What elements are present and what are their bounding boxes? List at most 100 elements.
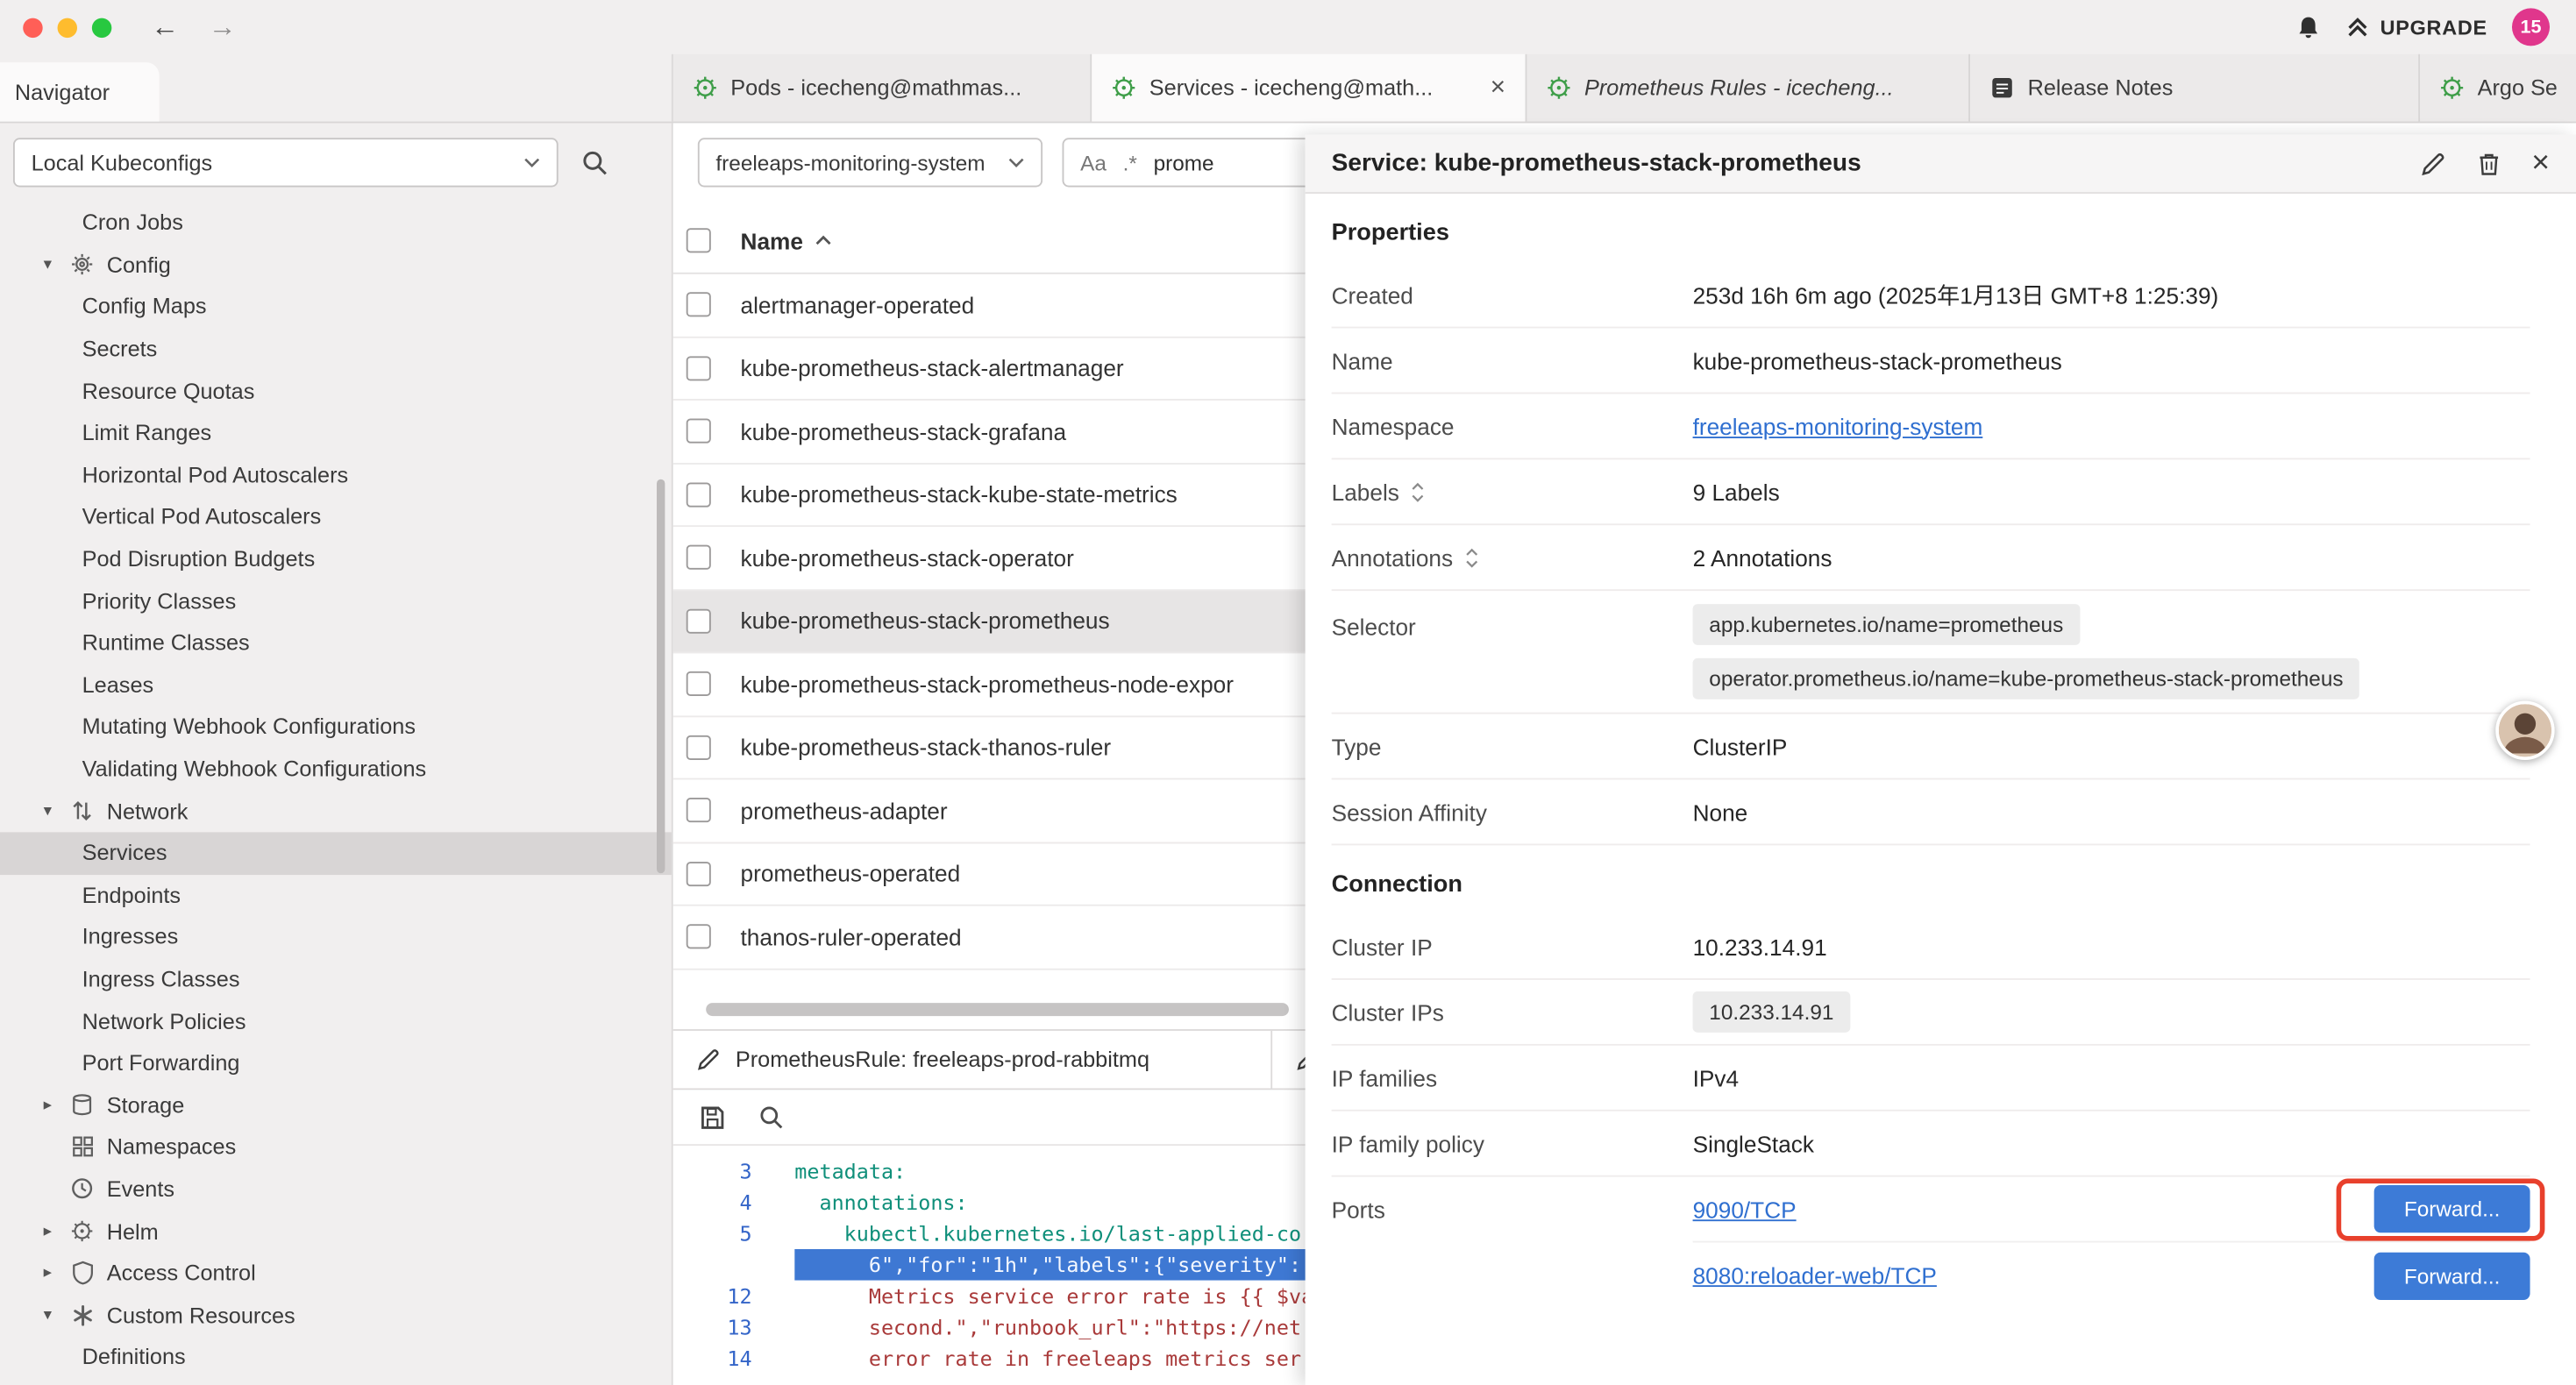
- sidebar-item-custom-resources[interactable]: ▾ Custom Resources: [0, 1294, 672, 1336]
- chevron-right-icon[interactable]: ▸: [38, 1222, 57, 1240]
- namespace-link[interactable]: freeleaps-monitoring-system: [1693, 413, 1983, 439]
- search-icon[interactable]: [581, 149, 608, 175]
- close-icon[interactable]: ×: [2531, 148, 2550, 180]
- sidebar-item-config-maps[interactable]: Config Maps: [0, 286, 672, 328]
- sidebar-item-pod-disruption-budgets[interactable]: Pod Disruption Budgets: [0, 538, 672, 580]
- sidebar-item-priority-classes[interactable]: Priority Classes: [0, 580, 672, 622]
- sidebar-item-services[interactable]: Services: [0, 832, 672, 874]
- sidebar-item-network[interactable]: ▾ Network: [0, 790, 672, 832]
- kubeconfig-selector-value: Local Kubeconfigs: [32, 150, 213, 174]
- tab-pods[interactable]: Pods - icecheng@mathmas...: [673, 54, 1092, 122]
- sidebar-item-events[interactable]: Events: [0, 1168, 672, 1211]
- sidebar-item-limit-ranges[interactable]: Limit Ranges: [0, 412, 672, 454]
- property-row-ports: Ports 9090/TCP Forward... 8080:reloader-…: [1332, 1177, 2530, 1309]
- horizontal-scrollbar[interactable]: [706, 1003, 1289, 1016]
- sidebar-item-mutating-webhook-configurations[interactable]: Mutating Webhook Configurations: [0, 706, 672, 748]
- forward-button[interactable]: Forward...: [2374, 1185, 2530, 1232]
- regex-toggle[interactable]: .*: [1123, 150, 1137, 174]
- sort-ascending-icon[interactable]: [815, 235, 833, 246]
- namespace-filter-dropdown[interactable]: freeleaps-monitoring-system: [698, 138, 1042, 187]
- chevron-down-icon[interactable]: ▾: [38, 256, 57, 274]
- minimize-window-button[interactable]: [58, 18, 77, 37]
- close-tab-icon[interactable]: ×: [1491, 75, 1505, 101]
- sidebar-item-ingresses[interactable]: Ingresses: [0, 916, 672, 958]
- tab-services[interactable]: Services - icecheng@math... ×: [1092, 54, 1526, 122]
- sidebar-item-resource-quotas[interactable]: Resource Quotas: [0, 370, 672, 412]
- tab-release-notes[interactable]: Release Notes: [1970, 54, 2420, 122]
- expand-collapse-icon[interactable]: [1464, 547, 1479, 566]
- sidebar-item-helm[interactable]: ▸ Helm: [0, 1211, 672, 1253]
- sidebar-item-network-policies[interactable]: Network Policies: [0, 1000, 672, 1042]
- selector-badge: app.kubernetes.io/name=prometheus: [1693, 604, 2080, 645]
- tab-argo[interactable]: Argo Se: [2420, 54, 2576, 122]
- sidebar-item-vertical-pod-autoscalers[interactable]: Vertical Pod Autoscalers: [0, 496, 672, 538]
- sidebar-item-port-forwarding[interactable]: Port Forwarding: [0, 1042, 672, 1084]
- row-checkbox[interactable]: [687, 545, 711, 570]
- kubernetes-wheel-icon: [2440, 75, 2465, 100]
- name-column-header[interactable]: Name: [741, 227, 803, 253]
- forward-arrow-icon[interactable]: →: [209, 11, 237, 43]
- property-row-name: Name kube-prometheus-stack-prometheus: [1332, 329, 2530, 394]
- sidebar-item-namespaces[interactable]: Namespaces: [0, 1126, 672, 1168]
- port-link-9090[interactable]: 9090/TCP: [1693, 1196, 1797, 1222]
- sidebar-item-secrets[interactable]: Secrets: [0, 328, 672, 370]
- upgrade-label: UPGRADE: [2380, 16, 2487, 39]
- select-all-checkbox[interactable]: [687, 228, 711, 252]
- property-row-labels: Labels 9 Labels: [1332, 459, 2530, 525]
- tab-prometheus-rules[interactable]: Prometheus Rules - icecheng...: [1526, 54, 1970, 122]
- property-row-ip-families: IP families IPv4: [1332, 1046, 2530, 1112]
- property-row-cluster-ips: Cluster IPs 10.233.14.91: [1332, 980, 2530, 1046]
- row-checkbox[interactable]: [687, 419, 711, 444]
- upgrade-button[interactable]: UPGRADE: [2345, 16, 2487, 39]
- kubeconfig-selector[interactable]: Local Kubeconfigs: [13, 138, 559, 187]
- dock-tab-prometheusrule[interactable]: PrometheusRule: freeleaps-prod-rabbitmq: [673, 1031, 1272, 1089]
- sidebar-item-ingress-classes[interactable]: Ingress Classes: [0, 958, 672, 1000]
- notification-count-badge[interactable]: 15: [2512, 8, 2550, 46]
- sidebar-item-definitions[interactable]: Definitions: [0, 1336, 672, 1378]
- zoom-window-button[interactable]: [92, 18, 111, 37]
- chevron-right-icon[interactable]: ▸: [38, 1096, 57, 1114]
- search-icon[interactable]: [758, 1104, 783, 1129]
- row-checkbox[interactable]: [687, 862, 711, 886]
- close-window-button[interactable]: [23, 18, 42, 37]
- sidebar-item-endpoints[interactable]: Endpoints: [0, 874, 672, 916]
- sidebar-item-config[interactable]: ▾ Config: [0, 244, 672, 286]
- row-checkbox[interactable]: [687, 482, 711, 507]
- kubernetes-wheel-icon: [1112, 75, 1136, 100]
- sidebar-item-horizontal-pod-autoscalers[interactable]: Horizontal Pod Autoscalers: [0, 454, 672, 496]
- edit-icon[interactable]: [2420, 150, 2446, 176]
- chevron-down-icon[interactable]: ▾: [38, 1306, 57, 1325]
- row-checkbox[interactable]: [687, 799, 711, 823]
- navigator-panel-tab[interactable]: Navigator: [0, 62, 159, 121]
- service-details-drawer: Service: kube-prometheus-stack-prometheu…: [1306, 135, 2576, 1385]
- chevron-down-icon[interactable]: ▾: [38, 802, 57, 820]
- sidebar-item-validating-webhook-configurations[interactable]: Validating Webhook Configurations: [0, 748, 672, 790]
- sidebar-item-access-control[interactable]: ▸ Access Control: [0, 1252, 672, 1294]
- bell-icon[interactable]: [2295, 14, 2321, 40]
- sidebar-item-storage[interactable]: ▸ Storage: [0, 1084, 672, 1126]
- search-input[interactable]: Aa .* prome: [1063, 138, 1334, 187]
- clock-icon: [69, 1177, 96, 1200]
- search-query: prome: [1154, 150, 1214, 174]
- selector-badge: operator.prometheus.io/name=kube-prometh…: [1693, 658, 2360, 700]
- sidebar-scrollbar[interactable]: [657, 479, 665, 873]
- save-icon[interactable]: [700, 1104, 726, 1130]
- port-link-8080[interactable]: 8080:reloader-web/TCP: [1693, 1262, 1937, 1289]
- user-avatar[interactable]: [2495, 701, 2554, 760]
- sidebar-item-leases[interactable]: Leases: [0, 664, 672, 706]
- row-checkbox[interactable]: [687, 608, 711, 633]
- match-case-toggle[interactable]: Aa: [1080, 150, 1107, 174]
- row-checkbox[interactable]: [687, 356, 711, 380]
- sidebar-item-cron-jobs[interactable]: Cron Jobs: [0, 202, 672, 244]
- row-checkbox[interactable]: [687, 671, 711, 696]
- chevron-right-icon[interactable]: ▸: [38, 1264, 57, 1282]
- back-arrow-icon[interactable]: ←: [151, 11, 179, 43]
- row-checkbox[interactable]: [687, 925, 711, 949]
- row-checkbox[interactable]: [687, 735, 711, 759]
- forward-button[interactable]: Forward...: [2374, 1252, 2530, 1299]
- double-chevron-up-icon: [2345, 16, 2368, 39]
- trash-icon[interactable]: [2477, 150, 2500, 176]
- sidebar-item-runtime-classes[interactable]: Runtime Classes: [0, 622, 672, 664]
- row-checkbox[interactable]: [687, 293, 711, 317]
- expand-collapse-icon[interactable]: [1411, 482, 1426, 501]
